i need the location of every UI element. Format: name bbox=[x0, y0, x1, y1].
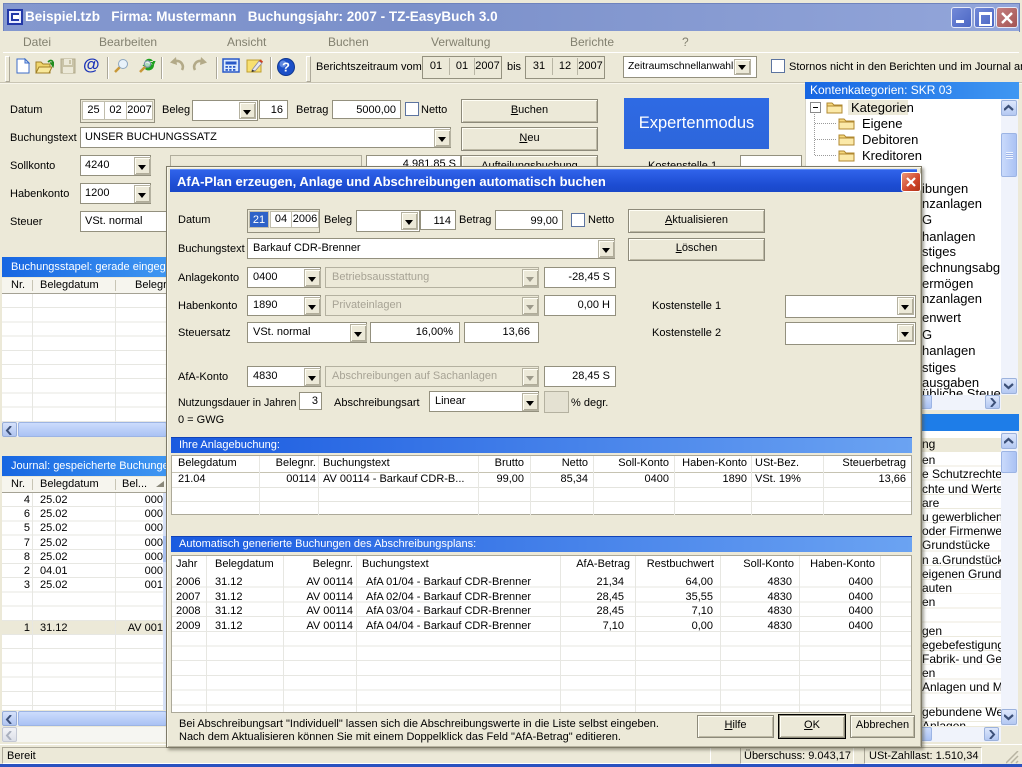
svg-text:?: ? bbox=[282, 60, 290, 75]
